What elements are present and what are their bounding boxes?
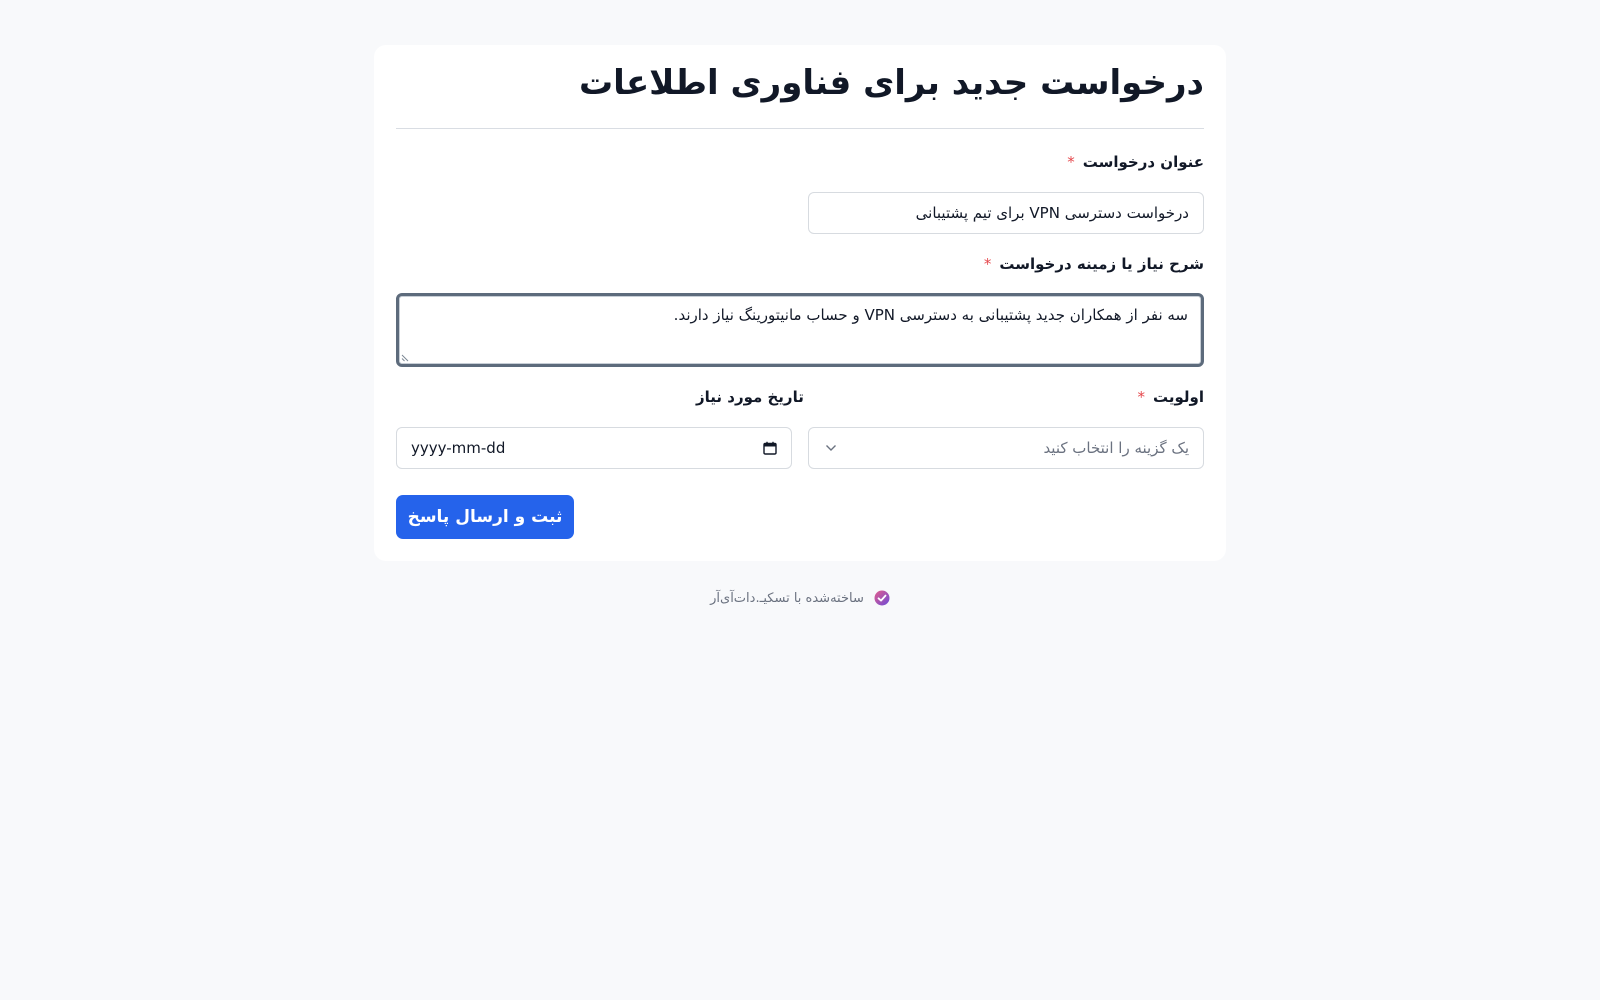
- title-divider: [396, 128, 1204, 129]
- priority-select[interactable]: یک گزینه را انتخاب کنید: [808, 427, 1204, 469]
- chevron-down-icon: [826, 445, 836, 451]
- due-date-placeholder: yyyy-mm-dd: [411, 439, 506, 457]
- due-date-input[interactable]: yyyy-mm-dd: [396, 427, 792, 469]
- footer-credit[interactable]: ساخته‌شده با تسکیـ.دات‌آی‌آر: [710, 590, 890, 606]
- description-label: شرح نیاز یا زمینه درخواست *: [984, 255, 1204, 273]
- priority-placeholder: یک گزینه را انتخاب کنید: [1043, 439, 1189, 457]
- priority-label-text: اولویت: [1152, 388, 1204, 406]
- description-label-text: شرح نیاز یا زمینه درخواست: [999, 255, 1204, 273]
- submit-button[interactable]: ثبت و ارسال پاسخ: [396, 495, 574, 539]
- due-date-label: تاریخ مورد نیاز: [696, 388, 1046, 406]
- request-title-input[interactable]: درخواست دسترسی VPN برای تیم پشتیبانی: [808, 192, 1204, 234]
- verified-badge-icon: [874, 590, 890, 606]
- form-card: درخواست جدید برای فناوری اطلاعات عنوان د…: [374, 45, 1226, 561]
- calendar-icon[interactable]: [763, 441, 777, 455]
- required-mark: *: [983, 255, 992, 273]
- priority-label: اولویت *: [1137, 388, 1204, 406]
- footer-text: ساخته‌شده با تسکیـ.دات‌آی‌آر: [710, 590, 864, 606]
- resize-handle-icon[interactable]: [401, 354, 409, 362]
- request-title-value: درخواست دسترسی VPN برای تیم پشتیبانی: [915, 204, 1189, 222]
- footer: ساخته‌شده با تسکیـ.دات‌آی‌آر: [0, 590, 1600, 610]
- required-mark: *: [1137, 388, 1145, 406]
- description-textarea[interactable]: سه نفر از همکاران جدید پشتیبانی به دسترس…: [396, 293, 1204, 367]
- required-mark: *: [1067, 153, 1075, 171]
- due-date-label-text: تاریخ مورد نیاز: [696, 388, 804, 406]
- page-title: درخواست جدید برای فناوری اطلاعات: [579, 63, 1204, 103]
- description-value: سه نفر از همکاران جدید پشتیبانی به دسترس…: [673, 306, 1188, 324]
- request-title-label-text: عنوان درخواست: [1082, 153, 1204, 171]
- request-title-label: عنوان درخواست *: [1067, 153, 1204, 171]
